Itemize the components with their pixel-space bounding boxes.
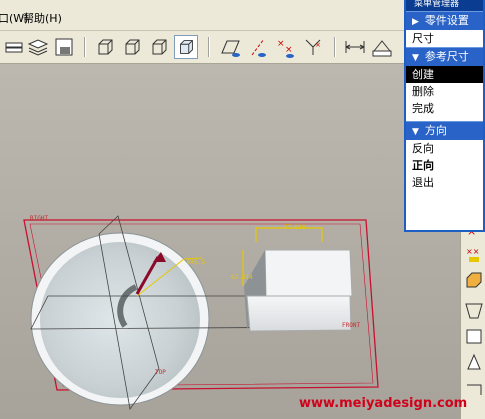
- toolbar-separator: [334, 37, 336, 57]
- menu-item-okay[interactable]: 正向: [406, 157, 483, 174]
- extrude-icon[interactable]: [464, 270, 484, 290]
- datum-point-icon[interactable]: ××: [274, 35, 298, 59]
- direction-header[interactable]: ▼ 方向: [406, 121, 483, 140]
- menu-item-delete[interactable]: 删除: [406, 83, 483, 100]
- wireframe-icon[interactable]: [93, 35, 117, 59]
- part-setup-header[interactable]: ▶ 零件设置: [406, 11, 483, 30]
- menu-item-done[interactable]: 完成: [406, 100, 483, 117]
- ref-dim-header[interactable]: ▼ 参考尺寸: [406, 47, 483, 66]
- toolbar-separator: [84, 37, 86, 57]
- datum-label-front: FRONT: [342, 322, 361, 329]
- layer-icon[interactable]: [2, 35, 26, 59]
- dimension-icon[interactable]: [343, 35, 367, 59]
- menu-item-quit[interactable]: 退出: [406, 174, 483, 191]
- menu-help[interactable]: 帮助(H): [23, 10, 62, 26]
- dimension-text-width[interactable]: 77.616: [284, 224, 306, 231]
- box-feature: [244, 249, 353, 332]
- right-feature-toolbar: × ××: [460, 218, 485, 419]
- triangle-down-icon: ▼: [412, 53, 419, 63]
- svg-text:×: ×: [277, 39, 285, 49]
- dimension-text-reference[interactable]: Ø45.5: [187, 259, 205, 266]
- svg-text:×: ×: [315, 41, 321, 49]
- triangle-down-icon: ▼: [412, 127, 419, 137]
- svg-text:×: ×: [285, 45, 293, 55]
- shading-icon[interactable]: [174, 35, 198, 59]
- menu-item-create[interactable]: 创建: [406, 66, 483, 83]
- datum-plane-icon[interactable]: [218, 35, 242, 59]
- direction-label: 方向: [424, 124, 447, 137]
- datum-label-right: RIGHT: [30, 215, 49, 222]
- part-setup-label: 零件设置: [424, 14, 469, 27]
- dish-feature: [30, 232, 210, 406]
- menu-item-dimension[interactable]: 尺寸: [406, 30, 483, 47]
- svg-text:××: ××: [466, 247, 479, 256]
- toolbar-separator: [208, 37, 210, 57]
- model-canvas[interactable]: [0, 64, 460, 419]
- shell-icon[interactable]: [464, 326, 484, 346]
- menu-manager: 菜单管理器 ▶ 零件设置 尺寸 ▼ 参考尺寸 创建 删除 完成 ▼ 方向 反向 正向 …: [404, 0, 485, 232]
- no-hidden-icon[interactable]: [147, 35, 171, 59]
- coordinate-system-icon[interactable]: ×: [301, 35, 325, 59]
- datum-label-top: TOP: [155, 369, 166, 376]
- dimension-text-height[interactable]: 62.814: [231, 274, 253, 281]
- model-viewport[interactable]: RIGHT TOP FRONT 77.616 62.814 Ø45.5: [0, 64, 460, 419]
- view-toolbar: × × ×: [0, 31, 405, 64]
- datum-axis-icon[interactable]: [246, 35, 270, 59]
- layers-icon[interactable]: [26, 35, 50, 59]
- watermark: www.meiyadesign.com: [299, 396, 468, 411]
- save-view-icon[interactable]: [52, 35, 76, 59]
- menu-manager-title: 菜单管理器: [406, 0, 483, 11]
- menu-item-flip[interactable]: 反向: [406, 140, 483, 157]
- menu-bar: 口(W) 帮助(H): [0, 0, 405, 31]
- hidden-line-icon[interactable]: [120, 35, 144, 59]
- triangle-right-icon: ▶: [412, 17, 419, 27]
- measure-icon[interactable]: [370, 35, 394, 59]
- sketched-point-icon[interactable]: ××: [464, 244, 484, 264]
- ref-dim-label: 参考尺寸: [424, 50, 469, 63]
- sweep-icon[interactable]: [464, 351, 484, 371]
- revolve-icon[interactable]: [464, 300, 484, 320]
